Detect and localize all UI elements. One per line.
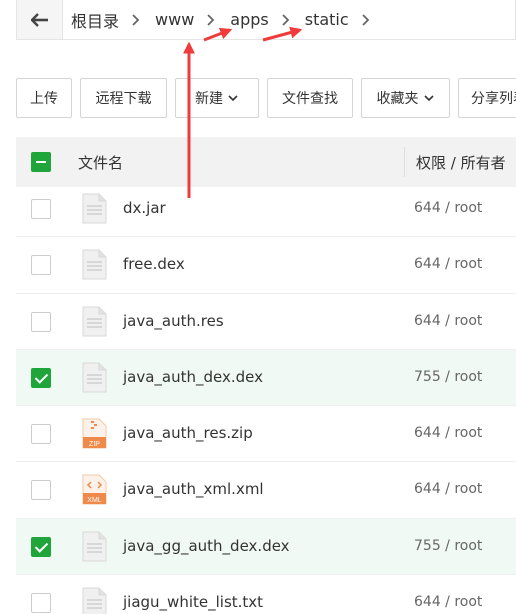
breadcrumb-label: www (155, 10, 195, 29)
table-row[interactable]: java_auth_dex.dex 755 / root (16, 349, 516, 407)
table-row[interactable]: jiagu_white_list.txt 644 / root (16, 575, 516, 614)
file-icon (82, 531, 107, 562)
table-row[interactable]: dx.jar 644 / root (16, 181, 516, 238)
file-name[interactable]: java_auth_res.zip (123, 424, 253, 442)
xml-file-icon: XML (82, 474, 107, 505)
new-label: 新建 (195, 91, 223, 107)
file-permission[interactable]: 644 / root (414, 425, 482, 441)
toolbar: 上传 远程下载 新建 文件查找 收藏夹 分享列表 (16, 78, 516, 118)
file-permission[interactable]: 644 / root (414, 256, 482, 272)
breadcrumb: 根目录 www apps static (16, 0, 516, 40)
back-button[interactable] (17, 0, 63, 39)
breadcrumb-item-root[interactable]: 根目录 (63, 8, 149, 32)
table-row[interactable]: java_auth.res 644 / root (16, 294, 516, 350)
breadcrumb-label: static (304, 10, 349, 29)
file-permission[interactable]: 755 / root (414, 538, 482, 554)
row-checkbox[interactable] (31, 424, 51, 445)
remote-download-button[interactable]: 远程下载 (80, 78, 167, 118)
file-name[interactable]: java_auth_xml.xml (123, 480, 264, 498)
breadcrumb-item-www[interactable]: www (149, 10, 224, 29)
new-dropdown-button[interactable]: 新建 (175, 78, 259, 118)
file-icon (82, 362, 107, 393)
row-checkbox[interactable] (31, 367, 51, 388)
chevron-right-icon (362, 13, 369, 26)
table-row[interactable]: java_gg_auth_dex.dex 755 / root (16, 518, 516, 576)
file-icon (82, 249, 107, 280)
file-name[interactable]: dx.jar (123, 199, 166, 217)
zip-file-icon: ZIP (82, 418, 107, 449)
breadcrumb-label: apps (230, 10, 269, 29)
file-icon (82, 587, 107, 614)
file-permission[interactable]: 644 / root (414, 313, 482, 329)
row-checkbox[interactable] (31, 311, 51, 332)
breadcrumb-item-apps[interactable]: apps (224, 10, 298, 29)
breadcrumb-label: 根目录 (71, 11, 120, 31)
favorites-label: 收藏夹 (376, 91, 419, 107)
chevron-right-icon (282, 13, 290, 26)
file-list: dx.jar 644 / root free.dex 644 / root java_a… (16, 181, 516, 614)
table-row[interactable]: XML java_auth_xml.xml 644 / root (16, 462, 516, 519)
row-checkbox[interactable] (31, 480, 51, 501)
file-permission[interactable]: 755 / root (414, 369, 482, 385)
file-permission[interactable]: 644 / root (414, 200, 482, 216)
arrow-left-icon (30, 12, 48, 27)
table-row[interactable]: free.dex 644 / root (16, 237, 516, 294)
file-name[interactable]: java_gg_auth_dex.dex (123, 537, 290, 555)
table-row[interactable]: ZIP java_auth_res.zip 644 / root (16, 406, 516, 463)
file-permission[interactable]: 644 / root (414, 594, 482, 610)
column-header-name[interactable]: 文件名 (78, 152, 123, 173)
file-permission[interactable]: 644 / root (414, 481, 482, 497)
table-header: 文件名 权限 / 所有者 (16, 137, 516, 187)
row-checkbox[interactable] (31, 199, 51, 219)
chevron-right-icon (207, 13, 215, 26)
svg-text:ZIP: ZIP (89, 441, 100, 448)
breadcrumb-item-static[interactable]: static (299, 10, 379, 29)
file-name[interactable]: java_auth_dex.dex (123, 368, 263, 386)
favorites-dropdown-button[interactable]: 收藏夹 (361, 78, 450, 118)
file-name[interactable]: jiagu_white_list.txt (123, 593, 263, 611)
row-checkbox[interactable] (31, 255, 51, 276)
file-name[interactable]: free.dex (123, 255, 185, 273)
chevron-down-icon (228, 95, 238, 102)
file-search-button[interactable]: 文件查找 (267, 78, 353, 118)
row-checkbox[interactable] (31, 593, 51, 614)
column-divider (404, 147, 405, 177)
chevron-down-icon (423, 95, 434, 102)
upload-button[interactable]: 上传 (16, 78, 72, 118)
row-checkbox[interactable] (31, 536, 51, 557)
file-icon (82, 306, 107, 337)
share-list-button[interactable]: 分享列表 (458, 78, 516, 118)
file-name[interactable]: java_auth.res (123, 312, 224, 330)
svg-text:XML: XML (87, 497, 102, 504)
select-all-checkbox[interactable] (31, 152, 51, 172)
chevron-right-icon (132, 13, 140, 26)
column-header-permission[interactable]: 权限 / 所有者 (416, 152, 506, 173)
file-icon (82, 193, 107, 224)
